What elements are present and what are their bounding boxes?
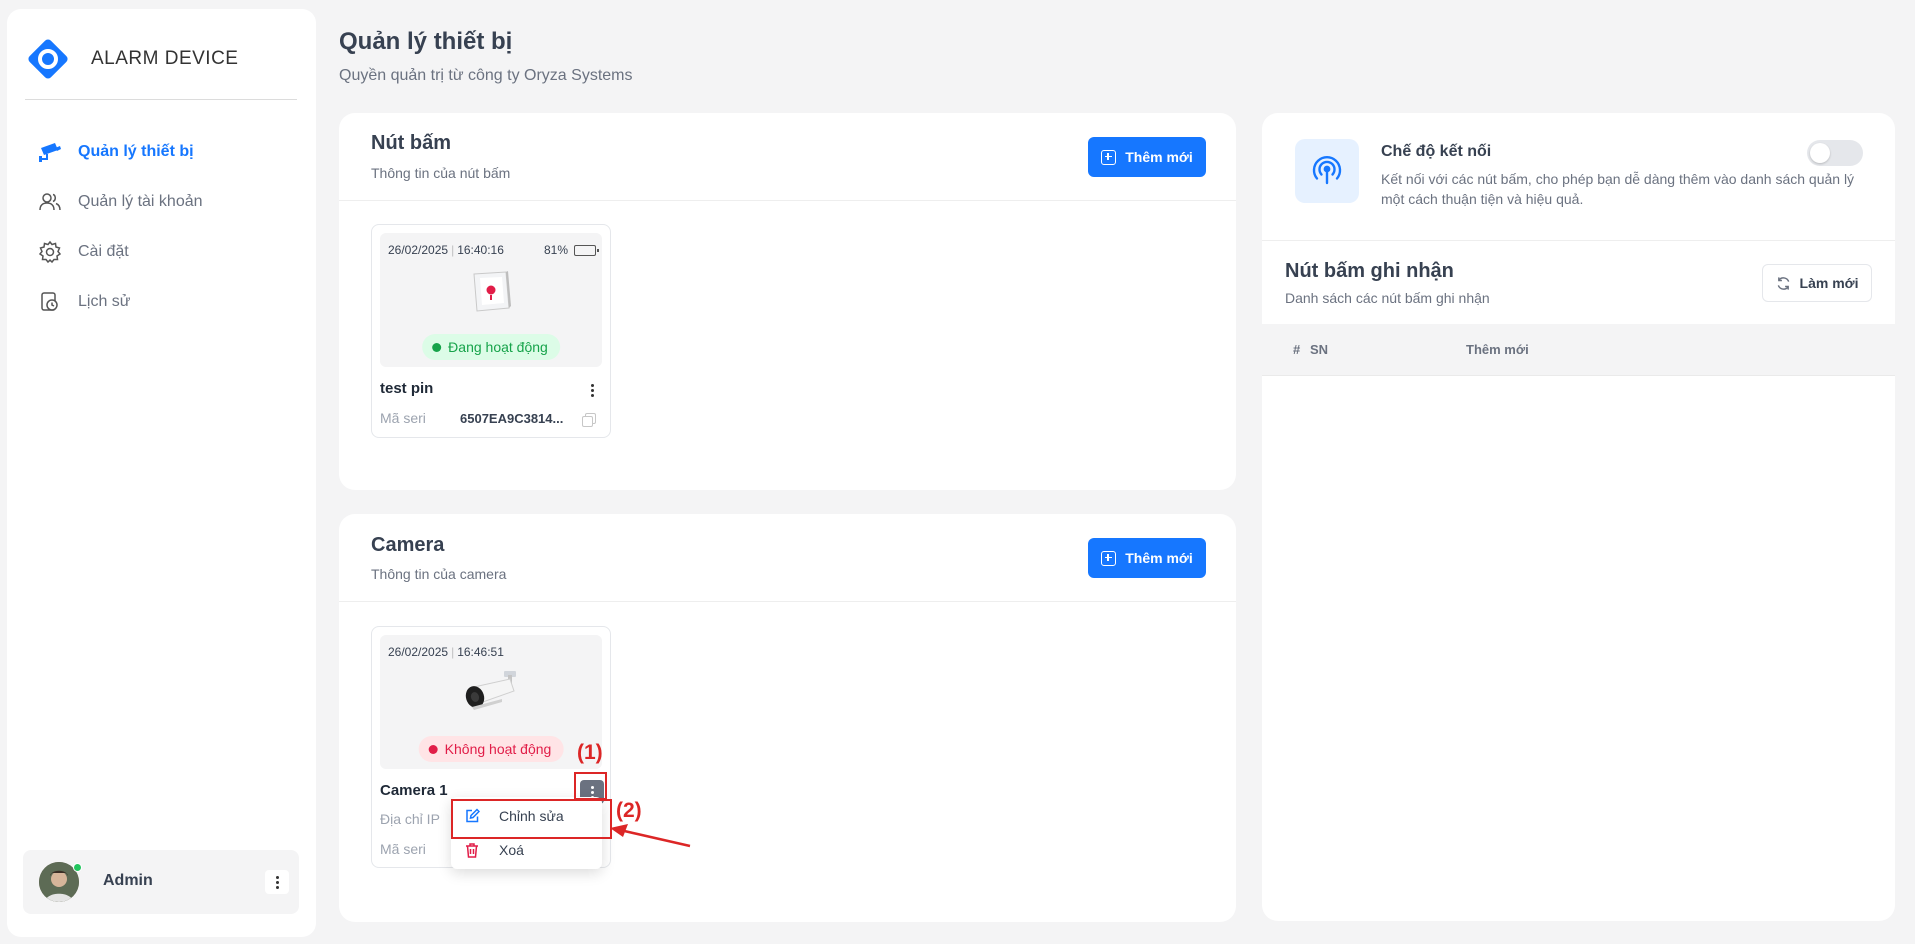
cctv-icon: [37, 139, 63, 165]
panel-divider: [1262, 240, 1895, 241]
refresh-button[interactable]: Làm mới: [1762, 264, 1872, 302]
column-header-index: #: [1293, 342, 1301, 357]
serial-label: Mã seri: [380, 410, 426, 426]
brand-name: ALARM DEVICE: [91, 48, 239, 69]
online-status-dot: [73, 863, 82, 872]
battery-icon: [574, 244, 599, 256]
copy-icon[interactable]: [582, 413, 596, 427]
annotation-box-2: [451, 799, 612, 839]
broadcast-signal-icon: [1312, 156, 1342, 185]
user-menu-button[interactable]: [265, 870, 289, 894]
nav-label: Quản lý thiết bị: [78, 143, 194, 160]
status-badge-inactive: Không hoạt động: [418, 736, 564, 762]
battery-indicator: 81%: [543, 243, 599, 257]
recorded-table-header: # SN Thêm mới: [1262, 324, 1895, 376]
nav-item-settings[interactable]: Cài đặt: [37, 227, 203, 277]
nav-item-device-management[interactable]: Quản lý thiết bị: [37, 127, 203, 177]
recorded-title: Nút bấm ghi nhận: [1285, 260, 1454, 282]
add-camera-label: Thêm mới: [1125, 550, 1193, 566]
trash-icon: [466, 843, 478, 858]
device-preview: 26/02/2025 | 16:46:51 Không hoạt động: [380, 635, 602, 769]
serial-label: Mã seri: [380, 841, 426, 857]
connect-mode-toggle[interactable]: [1807, 140, 1863, 166]
card-divider: [339, 200, 1236, 201]
add-camera-button[interactable]: Thêm mới: [1088, 538, 1206, 578]
recorded-subtitle: Danh sách các nút bấm ghi nhận: [1285, 290, 1490, 306]
connection-icon-tile: [1295, 139, 1359, 203]
device-time: 16:40:16: [457, 243, 504, 257]
serial-value: 6507EA9C3814...: [460, 411, 564, 426]
refresh-label: Làm mới: [1799, 275, 1859, 291]
device-timestamp: 26/02/2025 | 16:40:16: [388, 243, 504, 257]
main-nav: Quản lý thiết bị Quản lý tài khoản Cài đ…: [37, 127, 203, 327]
page-subtitle: Quyền quản trị từ công ty Oryza Systems: [339, 67, 633, 84]
refresh-icon: [1777, 276, 1789, 290]
device-timestamp: 26/02/2025 | 16:46:51: [388, 645, 504, 659]
nav-label: Quản lý tài khoản: [78, 193, 203, 210]
nav-item-history[interactable]: Lịch sử: [37, 277, 203, 327]
status-label: Đang hoạt động: [448, 339, 548, 355]
sidebar: ALARM DEVICE Quản lý thiết bị Quản lý tà…: [7, 9, 316, 937]
alarm-device-logo-icon: [25, 36, 71, 82]
security-camera-device-icon: [462, 669, 522, 724]
status-badge-active: Đang hoạt động: [422, 334, 560, 360]
users-icon: [37, 189, 63, 215]
page-title: Quản lý thiết bị: [339, 28, 513, 55]
column-header-added: Thêm mới: [1466, 342, 1529, 357]
history-icon: [37, 289, 63, 315]
battery-percent: 81%: [543, 243, 568, 257]
brand[interactable]: ALARM DEVICE: [25, 36, 238, 82]
connect-mode-description: Kết nối với các nút bấm, cho phép bạn dễ…: [1381, 171, 1855, 207]
camera-section-subtitle: Thông tin của camera: [371, 566, 507, 582]
user-card: Admin: [23, 850, 299, 914]
device-date: 26/02/2025: [388, 243, 449, 257]
connection-panel: Chế độ kết nối Kết nối với các nút bấm, …: [1262, 113, 1895, 921]
gear-icon: [37, 239, 63, 265]
buttons-card: Nút bấm Thông tin của nút bấm Thêm mới 2…: [339, 113, 1236, 490]
panic-button-device-icon: [468, 269, 514, 320]
camera-section-title: Camera: [371, 534, 445, 556]
device-name: Camera 1: [380, 782, 448, 799]
more-vertical-icon: [590, 383, 594, 397]
add-button-button[interactable]: Thêm mới: [1088, 137, 1206, 177]
annotation-arrow: [610, 824, 691, 848]
device-date: 26/02/2025: [388, 645, 449, 659]
buttons-section-subtitle: Thông tin của nút bấm: [371, 165, 511, 181]
status-label: Không hoạt động: [444, 741, 552, 757]
buttons-section-title: Nút bấm: [371, 132, 451, 154]
nav-label: Lịch sử: [78, 293, 131, 310]
device-name: test pin: [380, 380, 434, 397]
ip-label: Địa chỉ IP: [380, 811, 440, 827]
plus-square-icon: [1101, 149, 1117, 165]
device-more-button[interactable]: [580, 378, 604, 402]
annotation-box-1: [574, 772, 607, 800]
nav-item-account-management[interactable]: Quản lý tài khoản: [37, 177, 203, 227]
connect-mode-title: Chế độ kết nối: [1381, 143, 1492, 160]
column-header-sn: SN: [1310, 342, 1329, 357]
nav-label: Cài đặt: [78, 243, 129, 260]
device-time: 16:46:51: [457, 645, 504, 659]
more-vertical-icon: [275, 875, 279, 889]
add-button-label: Thêm mới: [1125, 149, 1193, 165]
card-divider: [339, 601, 1236, 602]
device-card-test-pin[interactable]: 26/02/2025 | 16:40:16 81% Đang hoạt động t…: [371, 224, 611, 438]
plus-square-icon: [1101, 550, 1117, 566]
toggle-knob: [1810, 143, 1830, 163]
annotation-step-1: (1): [577, 741, 603, 764]
delete-label: Xoá: [499, 842, 524, 858]
brand-divider: [25, 99, 297, 100]
device-preview: 26/02/2025 | 16:40:16 81% Đang hoạt động: [380, 233, 602, 367]
user-name: Admin: [103, 872, 153, 889]
